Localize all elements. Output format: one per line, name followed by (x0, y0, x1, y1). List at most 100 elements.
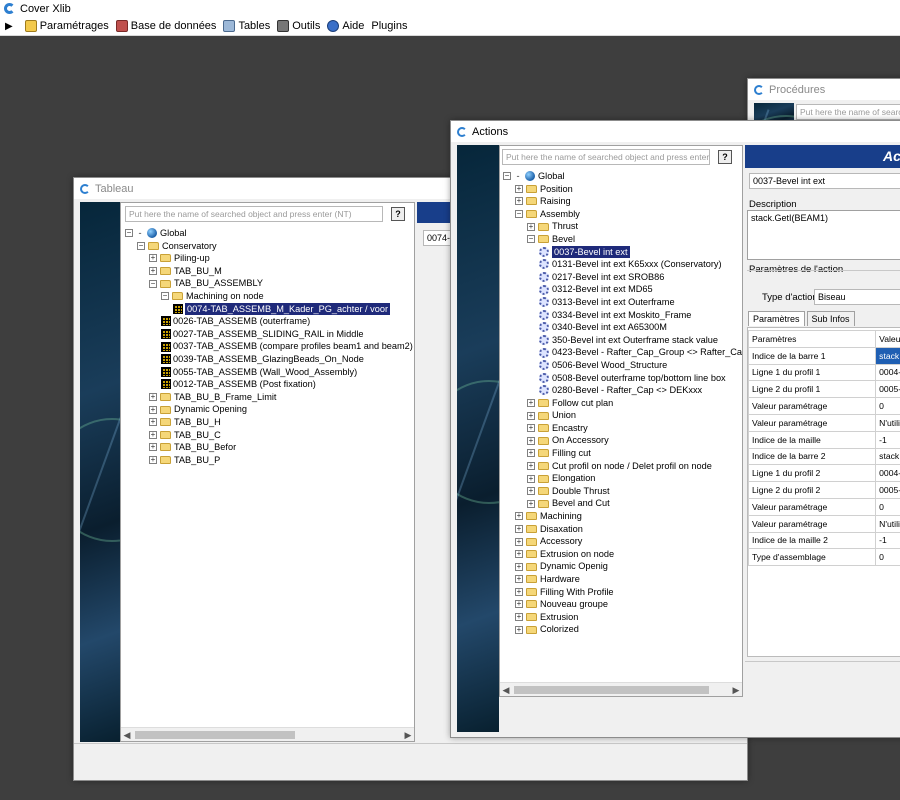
expand-icon[interactable]: + (515, 587, 523, 596)
expand-icon[interactable]: + (527, 487, 535, 496)
procedures-title-bar[interactable]: Procédures (748, 79, 900, 100)
tree-node[interactable]: 0217-Bevel int ext SROB86 (503, 271, 742, 284)
table-row[interactable]: Indice de la barre 2 stack. (748, 447, 900, 466)
param-value-cell[interactable]: -1 (875, 531, 900, 550)
tree-node[interactable]: 0508-Bevel outerframe top/bottom line bo… (503, 372, 742, 385)
expand-icon[interactable]: + (527, 436, 535, 445)
table-row[interactable]: Type d'assemblage 0 (748, 548, 900, 567)
tree-node[interactable]: 0131-Bevel int ext K65xxx (Conservatory) (503, 258, 742, 271)
param-value-cell[interactable]: 0005- (875, 380, 900, 399)
tree-node[interactable]: − - Global (503, 170, 742, 183)
expand-icon[interactable]: + (149, 254, 157, 263)
description-field[interactable]: stack.GetI(BEAM1) (747, 210, 900, 260)
tree-node[interactable]: − Assembly (503, 208, 742, 221)
table-row[interactable]: Valeur paramétrage 0 (748, 497, 900, 516)
actions-help-button[interactable]: ? (718, 150, 732, 164)
tree-node[interactable]: + Dynamic Openig (503, 560, 742, 573)
table-row[interactable]: Indice de la barre 1 stack. (748, 346, 900, 365)
tree-node[interactable]: + Elongation (503, 472, 742, 485)
tree-node[interactable]: + Colorized (503, 623, 742, 636)
expand-icon[interactable]: + (515, 613, 523, 622)
tree-node[interactable]: + Thrust (503, 220, 742, 233)
scroll-left-icon[interactable]: ◀ (500, 683, 512, 696)
param-value-cell[interactable]: -1 (875, 430, 900, 449)
expand-icon[interactable]: + (515, 537, 523, 546)
param-value-cell[interactable]: stack. (875, 447, 900, 466)
play-arrow-icon[interactable]: ▶ (5, 21, 13, 32)
param-value-cell[interactable]: stack. (875, 346, 900, 365)
tree-node[interactable]: − Machining on node (125, 290, 413, 303)
tree-node[interactable]: − - Global (125, 227, 413, 240)
scroll-right-icon[interactable]: ▶ (730, 683, 742, 696)
tableau-horizontal-scrollbar[interactable]: ◀ ▶ (121, 727, 414, 741)
tab-sub-infos[interactable]: Sub Infos (806, 311, 855, 326)
expand-icon[interactable]: + (149, 430, 157, 439)
tree-node[interactable]: + Raising (503, 195, 742, 208)
param-value-cell[interactable]: 0004- (875, 363, 900, 382)
expand-icon[interactable]: + (515, 524, 523, 533)
table-row[interactable]: Indice de la maille -1 (748, 430, 900, 449)
param-value-cell[interactable]: 0005- (875, 481, 900, 499)
tree-node[interactable]: 0037-Bevel int ext (503, 245, 742, 259)
tree-node[interactable]: 0313-Bevel int ext Outerframe (503, 296, 742, 309)
param-value-cell[interactable]: 0 (875, 397, 900, 415)
tree-node[interactable]: 0039-TAB_ASSEMB_GlazingBeads_On_Node (125, 353, 413, 366)
tableau-help-button[interactable]: ? (391, 207, 405, 221)
expand-icon[interactable]: + (515, 600, 523, 609)
tree-node[interactable]: − TAB_BU_ASSEMBLY (125, 277, 413, 290)
tree-node[interactable]: + Piling-up (125, 252, 413, 265)
menu-aide[interactable]: Aide (327, 20, 364, 32)
tab-parametres[interactable]: Paramètres (748, 311, 805, 326)
tree-node[interactable]: + Machining (503, 510, 742, 523)
tableau-name-field[interactable]: 0074-T (423, 230, 453, 246)
tree-node[interactable]: + Hardware (503, 573, 742, 586)
tree-node[interactable]: + Filling cut (503, 447, 742, 460)
expand-icon[interactable]: + (515, 550, 523, 559)
tree-node[interactable]: + TAB_BU_M (125, 265, 413, 278)
tree-node[interactable]: + TAB_BU_Befor (125, 441, 413, 454)
tree-node[interactable]: 0055-TAB_ASSEMB (Wall_Wood_Assembly) (125, 366, 413, 379)
tree-node[interactable]: + TAB_BU_H (125, 416, 413, 429)
expand-icon[interactable]: + (149, 405, 157, 414)
tree-node[interactable]: + TAB_BU_P (125, 454, 413, 467)
tree-node[interactable]: 0423-Bevel - Rafter_Cap_Group <> Rafter_… (503, 346, 742, 359)
tree-node[interactable]: + Disaxation (503, 523, 742, 536)
expand-icon[interactable]: + (515, 512, 523, 521)
expand-icon[interactable]: + (527, 424, 535, 433)
table-row[interactable]: Ligne 2 du profil 1 0005- (748, 380, 900, 399)
param-value-cell[interactable]: N'utilis (875, 413, 900, 432)
tree-node[interactable]: + Extrusion on node (503, 548, 742, 561)
tree-node[interactable]: 0074-TAB_ASSEMB_M_Kader_PG_achter / voor (125, 302, 413, 316)
tree-node[interactable]: 0037-TAB_ASSEMB (compare profiles beam1 … (125, 340, 413, 353)
tree-node[interactable]: + TAB_BU_C (125, 429, 413, 442)
tree-node[interactable]: 0506-Bevel Wood_Structure (503, 359, 742, 372)
tree-node[interactable]: 0280-Bevel - Rafter_Cap <> DEKxxx (503, 384, 742, 397)
expand-icon[interactable]: + (527, 449, 535, 458)
expand-icon[interactable]: + (527, 222, 535, 231)
tree-node[interactable]: 0340-Bevel int ext A65300M (503, 321, 742, 334)
table-row[interactable]: Valeur paramétrageN'utilis (748, 413, 900, 432)
tree-node[interactable]: + On Accessory (503, 434, 742, 447)
tree-node[interactable]: 0312-Bevel int ext MD65 (503, 283, 742, 296)
expand-icon[interactable]: + (527, 499, 535, 508)
scroll-left-icon[interactable]: ◀ (121, 728, 133, 741)
tree-node[interactable]: − Bevel (503, 233, 742, 246)
column-header-valeur[interactable]: Valeur (875, 330, 900, 348)
tree-node[interactable]: 0334-Bevel int ext Moskito_Frame (503, 309, 742, 322)
scrollbar-thumb[interactable] (135, 731, 295, 739)
collapse-icon[interactable]: − (137, 241, 145, 250)
tree-node[interactable]: + Union (503, 409, 742, 422)
tree-node[interactable]: + Filling With Profile (503, 586, 742, 599)
collapse-icon[interactable]: − (125, 229, 133, 238)
expand-icon[interactable]: + (515, 562, 523, 571)
menu-parametrages[interactable]: Paramétrages (24, 20, 109, 32)
param-value-cell[interactable]: 0004- (875, 464, 900, 483)
tree-node[interactable]: + Position (503, 183, 742, 196)
param-value-cell[interactable]: 0 (875, 548, 900, 567)
table-row[interactable]: Ligne 2 du profil 2 0005- (748, 481, 900, 499)
expand-icon[interactable]: + (527, 411, 535, 420)
table-row[interactable]: Valeur paramétrage 0 (748, 397, 900, 415)
param-value-cell[interactable]: N'utilis (875, 514, 900, 533)
tableau-search-input[interactable]: Put here the name of searched object and… (125, 206, 383, 222)
tree-node[interactable]: + Encastry (503, 422, 742, 435)
